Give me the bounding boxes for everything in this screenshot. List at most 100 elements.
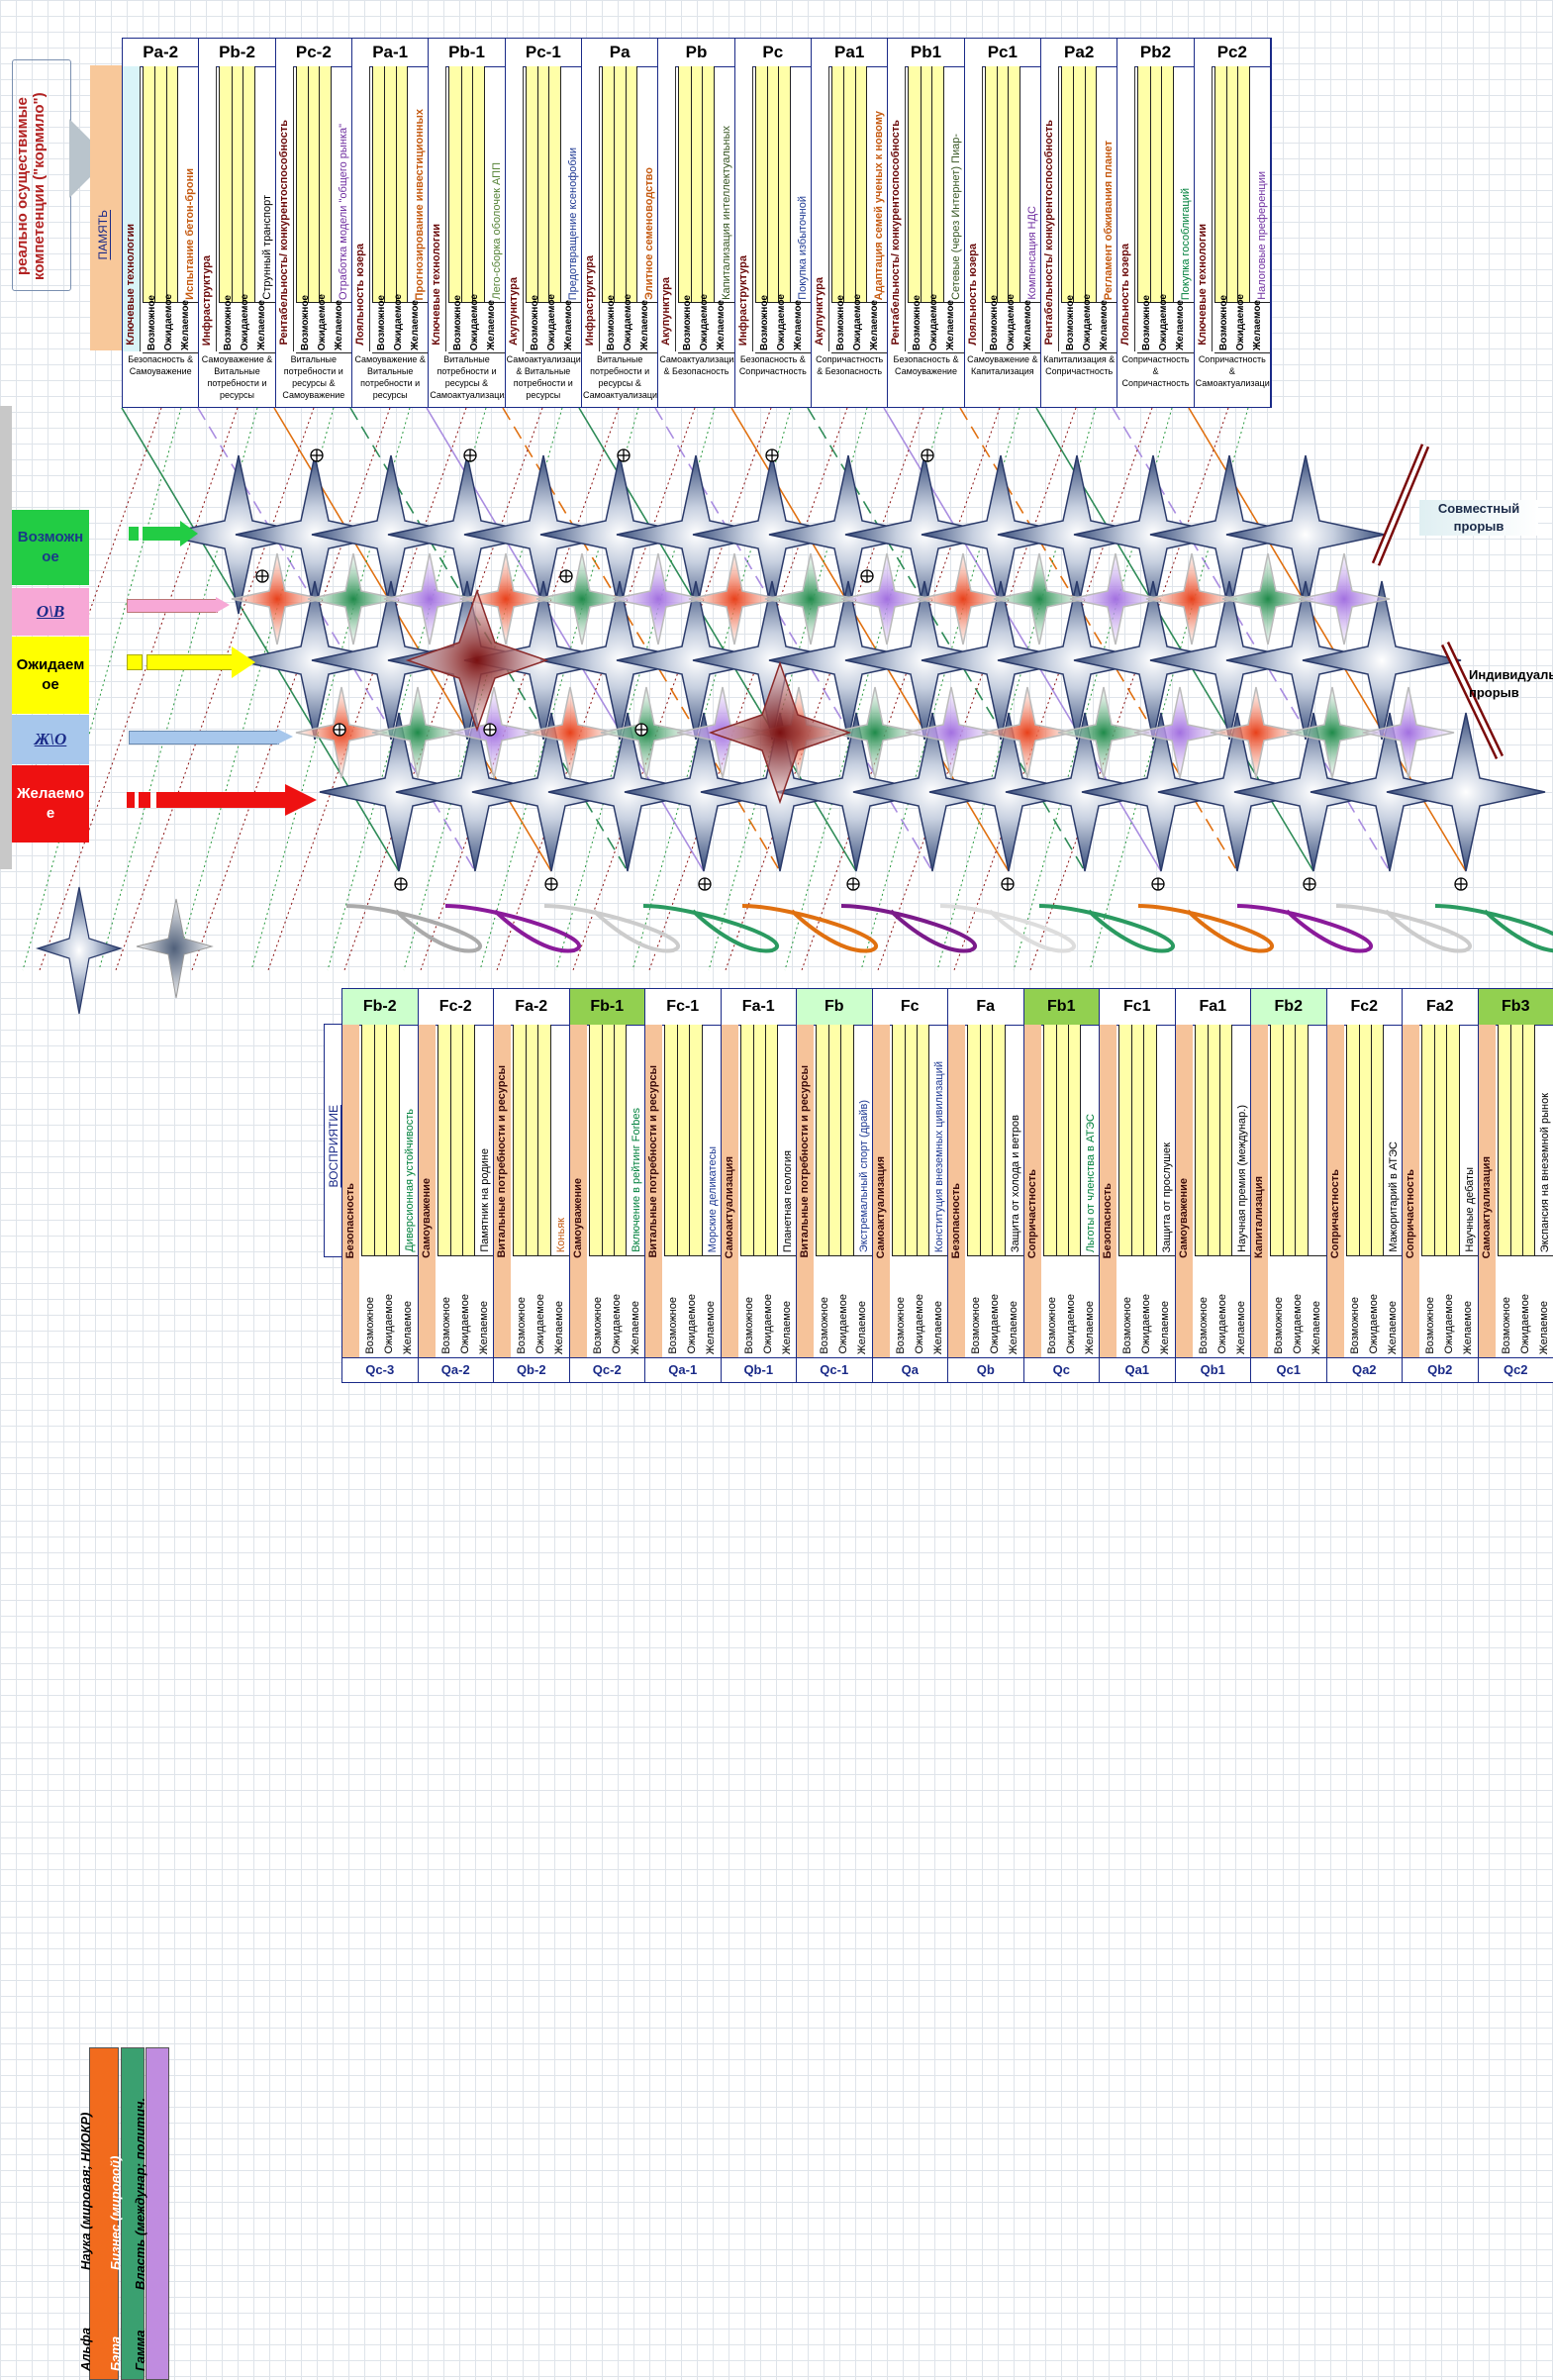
bottom-column-value-box[interactable] [740, 1025, 779, 1255]
option-label[interactable]: Ожидаемое [534, 1294, 546, 1354]
bottom-column-header[interactable]: Fc2 [1327, 989, 1403, 1026]
option-label[interactable]: Ожидаемое [762, 1294, 774, 1354]
option-label[interactable]: Возможное [667, 1297, 679, 1354]
bottom-column-value-box[interactable] [1270, 1025, 1309, 1255]
option-label[interactable]: Ожидаемое [611, 1294, 623, 1354]
bottom-column-header[interactable]: Fb3 [1479, 989, 1553, 1026]
option-label[interactable]: Возможное [1349, 1297, 1361, 1354]
dotted-diagonal [649, 408, 847, 970]
option-label[interactable]: Ожидаемое [1443, 1294, 1455, 1354]
row-label-3: Ожидаемое [12, 637, 89, 714]
bottom-column-header[interactable]: Fa-2 [494, 989, 569, 1026]
option-label[interactable]: Ожидаемое [1216, 1294, 1228, 1354]
option-label[interactable]: Желаемое [1387, 1301, 1399, 1354]
curved-arrow [643, 906, 777, 950]
bottom-column-header[interactable]: Fa-1 [722, 989, 797, 1026]
bottom-column-header[interactable]: Fc-1 [645, 989, 721, 1026]
option-label[interactable]: Возможное [516, 1297, 528, 1354]
joint-breakthrough-label: Совместный прорыв [1419, 500, 1538, 536]
option-label[interactable]: Желаемое [1538, 1301, 1550, 1354]
option-label[interactable]: Желаемое [932, 1301, 944, 1354]
bottom-column-header[interactable]: Fb2 [1251, 989, 1326, 1026]
bottom-column-value-box[interactable] [1421, 1025, 1460, 1255]
option-label[interactable]: Желаемое [630, 1301, 641, 1354]
option-label[interactable]: Желаемое [478, 1301, 490, 1354]
bottom-column-10: Fb1СопричастностьЛьготы от членства в АТ… [1024, 989, 1101, 1382]
option-label[interactable]: Ожидаемое [1368, 1294, 1380, 1354]
option-label[interactable]: Возможное [743, 1297, 755, 1354]
option-label[interactable]: Желаемое [781, 1301, 793, 1354]
bottom-column-value-box[interactable] [816, 1025, 854, 1255]
option-label[interactable]: Возможное [1501, 1297, 1512, 1354]
option-label[interactable]: Возможное [1046, 1297, 1058, 1354]
option-label[interactable]: Желаемое [1310, 1301, 1322, 1354]
bottom-column-11: Fc1БезопасностьЗащита от прослушекВозмож… [1100, 989, 1176, 1382]
option-label[interactable]: Возможное [440, 1297, 452, 1354]
option-label[interactable]: Возможное [895, 1297, 907, 1354]
option-label[interactable]: Ожидаемое [686, 1294, 698, 1354]
option-label[interactable]: Желаемое [553, 1301, 565, 1354]
option-label[interactable]: Ожидаемое [1140, 1294, 1152, 1354]
option-label[interactable]: Возможное [1424, 1297, 1436, 1354]
bottom-column-header[interactable]: Fa [948, 989, 1023, 1026]
bottom-column-header[interactable]: Fb-1 [570, 989, 645, 1026]
bottom-column-footer: Qa-2 [419, 1357, 494, 1383]
bottom-column-value-box[interactable] [1043, 1025, 1082, 1255]
option-label[interactable]: Желаемое [1008, 1301, 1019, 1354]
bottom-column-value-box[interactable] [1346, 1025, 1385, 1255]
option-label[interactable]: Возможное [1273, 1297, 1285, 1354]
option-label[interactable]: Желаемое [402, 1301, 414, 1354]
option-label[interactable]: Ожидаемое [1519, 1294, 1531, 1354]
bottom-column-header[interactable]: Fc [873, 989, 948, 1026]
option-label[interactable]: Желаемое [856, 1301, 868, 1354]
row-label-sidebar [0, 406, 12, 869]
bottom-column-header[interactable]: Fa1 [1176, 989, 1251, 1026]
bottom-column-1: Fb-2БезопасностьДиверсионная устойчивост… [342, 989, 419, 1382]
bottom-column-header[interactable]: Fb1 [1024, 989, 1100, 1026]
bottom-column-header[interactable]: Fb-2 [342, 989, 418, 1026]
bottom-column-value-box[interactable] [664, 1025, 703, 1255]
bottom-column-value-box[interactable] [1195, 1025, 1233, 1255]
bottom-column-value-box[interactable] [589, 1025, 628, 1255]
option-label[interactable]: Возможное [592, 1297, 604, 1354]
bottom-column-header[interactable]: Fb [797, 989, 872, 1026]
bottom-column-value-box[interactable] [513, 1025, 551, 1255]
bottom-column-value-box[interactable] [437, 1025, 476, 1255]
option-label[interactable]: Ожидаемое [914, 1294, 925, 1354]
bottom-column-value-box[interactable] [1498, 1025, 1536, 1255]
option-label[interactable]: Ожидаемое [1292, 1294, 1304, 1354]
option-label[interactable]: Возможное [1198, 1297, 1210, 1354]
bottom-column-options: Возможное Ожидаемое Желаемое [1270, 1255, 1326, 1358]
bottom-column-header[interactable]: Fc1 [1100, 989, 1175, 1026]
option-label[interactable]: Желаемое [1084, 1301, 1096, 1354]
bottom-column-header[interactable]: Fc-2 [419, 989, 494, 1026]
bottom-column-category: Безопасность [342, 1025, 359, 1357]
bottom-column-category: Витальные потребности и ресурсы [797, 1025, 814, 1357]
option-label[interactable]: Возможное [819, 1297, 830, 1354]
bottom-column-value-box[interactable] [361, 1025, 400, 1255]
option-label[interactable]: Ожидаемое [459, 1294, 471, 1354]
bottom-column-category: Сопричастность [1403, 1025, 1419, 1357]
option-label[interactable]: Возможное [364, 1297, 376, 1354]
bottom-column-3: Fa-2Витальные потребности и ресурсыКонья… [494, 989, 570, 1382]
bottom-column-category: Сопричастность [1327, 1025, 1344, 1357]
option-label[interactable]: Ожидаемое [1065, 1294, 1077, 1354]
option-label[interactable]: Ожидаемое [837, 1294, 849, 1354]
bottom-column-value-box[interactable] [892, 1025, 930, 1255]
bottom-column-4: Fb-1СамоуважениеВключение в рейтинг Forb… [570, 989, 646, 1382]
dotted-diagonal [954, 408, 1152, 970]
option-label[interactable]: Ожидаемое [383, 1294, 395, 1354]
bottom-column-footer: Qb-2 [494, 1357, 569, 1383]
option-label[interactable]: Ожидаемое [989, 1294, 1001, 1354]
row-label-2: О\В [12, 588, 89, 636]
option-label[interactable]: Возможное [970, 1297, 982, 1354]
option-label[interactable]: Возможное [1121, 1297, 1133, 1354]
curved-arrow [1039, 906, 1173, 950]
bottom-column-value-box[interactable] [967, 1025, 1006, 1255]
option-label[interactable]: Желаемое [1159, 1301, 1171, 1354]
option-label[interactable]: Желаемое [1462, 1301, 1474, 1354]
option-label[interactable]: Желаемое [1235, 1301, 1247, 1354]
bottom-column-header[interactable]: Fa2 [1403, 989, 1478, 1026]
option-label[interactable]: Желаемое [705, 1301, 717, 1354]
bottom-column-value-box[interactable] [1118, 1025, 1157, 1255]
